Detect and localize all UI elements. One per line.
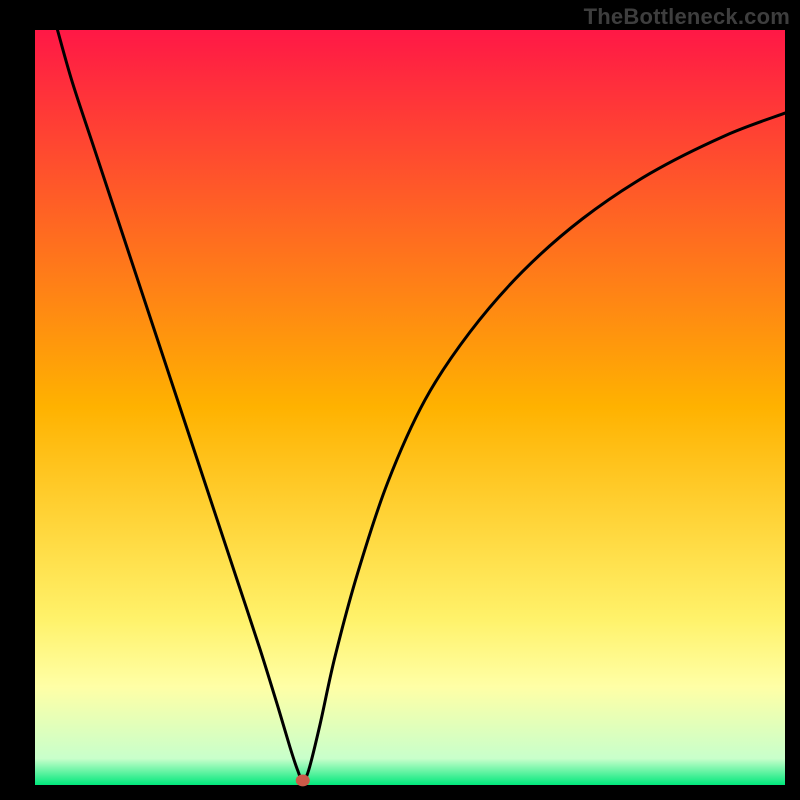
chart-frame: TheBottleneck.com — [0, 0, 800, 800]
plot-area — [35, 30, 785, 785]
bottleneck-chart — [0, 0, 800, 800]
optimal-point-marker — [296, 775, 310, 787]
